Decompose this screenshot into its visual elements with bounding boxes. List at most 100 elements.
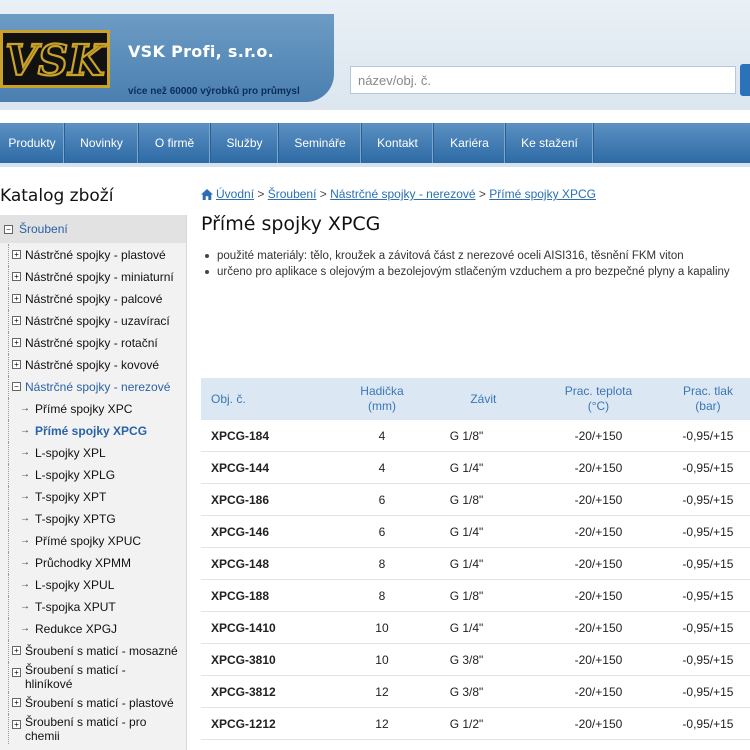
sidebar-subitem[interactable]: → T-spojky XPT: [0, 486, 186, 508]
product-features: použité materiály: tělo, kroužek a závit…: [203, 248, 750, 280]
col-header-obj[interactable]: Obj. č.: [201, 378, 339, 420]
sidebar-item[interactable]: + Nástrčné spojky - rotační: [0, 332, 186, 354]
sidebar-item[interactable]: + Šroubení s maticí - mosazné: [0, 640, 186, 662]
nav-item-sluzby[interactable]: Služby: [211, 123, 279, 163]
sidebar-subitem[interactable]: → Průchodky XPMM: [0, 552, 186, 574]
cell-obj-cislo[interactable]: XPCG-1212: [201, 707, 340, 740]
table-row[interactable]: XPCG-1410 10 G 1/4" -20/+150 -0,95/+15: [201, 611, 750, 644]
table-row[interactable]: XPCG-1212 12 G 1/2" -20/+150 -0,95/+15: [201, 707, 750, 740]
table-row[interactable]: XPCG-184 4 G 1/8" -20/+150 -0,95/+15: [201, 420, 750, 452]
cell-obj-cislo[interactable]: XPCG-146: [201, 515, 340, 548]
expand-icon[interactable]: +: [12, 338, 21, 347]
col-header-teplota[interactable]: Prac. teplota (°C): [542, 378, 655, 420]
cell-tlak: -0,95/+15: [654, 643, 750, 676]
expand-icon[interactable]: +: [12, 698, 21, 707]
nav-item-produkty[interactable]: Produkty: [0, 123, 65, 163]
breadcrumb-link-current[interactable]: Přímé spojky XPCG: [489, 187, 596, 201]
sidebar-item[interactable]: + Nástrčné spojky - palcové: [0, 288, 186, 310]
sidebar-item-label: Přímé spojky XPUC: [35, 534, 142, 548]
cell-obj-cislo[interactable]: XPCG-3812: [201, 675, 340, 708]
sidebar-root-item[interactable]: − Šroubení: [0, 215, 186, 243]
expand-icon[interactable]: +: [12, 316, 21, 325]
expand-icon[interactable]: +: [12, 272, 21, 281]
catalog-title: Katalog zboží: [0, 186, 114, 206]
breadcrumb-separator: >: [319, 187, 327, 201]
nav-item-novinky[interactable]: Novinky: [65, 123, 139, 163]
cell-zavit: G 1/4": [424, 515, 542, 548]
sidebar-item[interactable]: + Nástrčné spojky - uzavírací: [0, 310, 186, 332]
cell-obj-cislo[interactable]: XPCG-186: [201, 483, 340, 516]
sidebar-item-label: T-spojky XPTG: [35, 512, 116, 526]
col-header-zavit[interactable]: Závit: [425, 378, 542, 420]
table-row[interactable]: XPCG-146 6 G 1/4" -20/+150 -0,95/+15: [201, 515, 750, 548]
sidebar-subitem[interactable]: → T-spojky XPTG: [0, 508, 186, 530]
logo-lettering: VSK: [5, 36, 106, 85]
table-row[interactable]: XPCG-148 8 G 1/4" -20/+150 -0,95/+15: [201, 547, 750, 580]
search-input[interactable]: [350, 66, 736, 94]
sidebar-item[interactable]: + Nástrčné spojky - miniaturní: [0, 266, 186, 288]
sidebar-item[interactable]: + Šroubení s maticí - plastové: [0, 692, 186, 714]
table-row[interactable]: XPCG-144 4 G 1/4" -20/+150 -0,95/+15: [201, 451, 750, 484]
expand-icon[interactable]: +: [12, 250, 21, 259]
cell-obj-cislo[interactable]: XPCG-184: [201, 420, 340, 452]
collapse-icon[interactable]: −: [4, 225, 13, 234]
sidebar-item-label: Nástrčné spojky - palcové: [25, 292, 163, 306]
table-row[interactable]: XPCG-186 6 G 1/8" -20/+150 -0,95/+15: [201, 483, 750, 516]
collapse-icon[interactable]: −: [12, 382, 21, 391]
breadcrumb-link-sroubeni[interactable]: Šroubení: [268, 187, 317, 201]
nav-item-kontakt[interactable]: Kontakt: [362, 123, 434, 163]
cell-obj-cislo[interactable]: XPCG-148: [201, 547, 340, 580]
sidebar-subitem[interactable]: → L-spojky XPUL: [0, 574, 186, 596]
cell-obj-cislo[interactable]: XPCG-188: [201, 579, 340, 612]
sidebar-item[interactable]: − Nástrčné spojky - nerezové: [0, 376, 186, 398]
table-row[interactable]: XPCG-3812 12 G 3/8" -20/+150 -0,95/+15: [201, 675, 750, 708]
tree-arrow-icon: →: [20, 579, 30, 590]
sidebar-subitem[interactable]: → L-spojky XPL: [0, 442, 186, 464]
sidebar-subitem[interactable]: → L-spojky XPLG: [0, 464, 186, 486]
breadcrumb-link-nerezove[interactable]: Nástrčné spojky - nerezové: [330, 187, 475, 201]
col-header-tlak[interactable]: Prac. tlak (bar): [655, 378, 750, 420]
tree-arrow-icon: →: [20, 623, 30, 634]
cell-obj-cislo[interactable]: XPCG-3810: [201, 643, 340, 676]
breadcrumb-link-uvodni[interactable]: Úvodní: [216, 187, 254, 201]
sidebar-item-label: T-spojky XPT: [35, 490, 107, 504]
sidebar-item[interactable]: + Nástrčné spojky - kovové: [0, 354, 186, 376]
search-button[interactable]: [740, 64, 750, 96]
sidebar-item-label: Nástrčné spojky - plastové: [25, 248, 166, 262]
sidebar-subitem[interactable]: → Redukce XPGJ: [0, 618, 186, 640]
sidebar-subitem[interactable]: → Přímé spojky XPCG: [0, 420, 186, 442]
sidebar-item[interactable]: + Šroubení s maticí - hliníkové: [0, 662, 186, 692]
cell-obj-cislo[interactable]: XPCG-1410: [201, 611, 340, 644]
col-header-hadicka[interactable]: Hadička (mm): [339, 378, 424, 420]
tree-arrow-icon: →: [20, 403, 30, 414]
sidebar-subitem[interactable]: → Přímé spojky XPC: [0, 398, 186, 420]
expand-icon[interactable]: +: [12, 720, 21, 729]
product-table: Obj. č. Hadička (mm) Závit Prac. teplota(…: [201, 378, 750, 740]
tree-line: [8, 662, 21, 692]
expand-icon[interactable]: +: [12, 294, 21, 303]
sidebar-item[interactable]: + Šroubení s maticí - pro chemii: [0, 714, 186, 744]
nav-item-kariera[interactable]: Kariéra: [434, 123, 506, 163]
vsk-logo[interactable]: VSK: [0, 30, 110, 88]
sidebar-subitem[interactable]: → Přímé spojky XPUC: [0, 530, 186, 552]
feature-item: určeno pro aplikace s olejovým a bezolej…: [203, 264, 750, 280]
nav-item-ke-stazeni[interactable]: Ke stažení: [506, 123, 594, 163]
table-row[interactable]: XPCG-188 8 G 1/8" -20/+150 -0,95/+15: [201, 579, 750, 612]
cell-teplota: -20/+150: [541, 611, 655, 644]
sidebar-item[interactable]: + Nástrčné spojky - plastové: [0, 244, 186, 266]
cell-zavit: G 1/4": [424, 451, 542, 484]
cell-obj-cislo[interactable]: XPCG-144: [201, 451, 340, 484]
cell-zavit: G 1/2": [424, 707, 542, 740]
tree-arrow-icon: →: [20, 535, 30, 546]
nav-item-seminare[interactable]: Semináře: [279, 123, 362, 163]
table-row[interactable]: XPCG-3810 10 G 3/8" -20/+150 -0,95/+15: [201, 643, 750, 676]
cell-teplota: -20/+150: [541, 707, 655, 740]
sidebar-subitem[interactable]: → T-spojka XPUT: [0, 596, 186, 618]
home-icon[interactable]: [201, 189, 213, 203]
cell-hadicka: 10: [339, 643, 425, 676]
expand-icon[interactable]: +: [12, 668, 21, 677]
sidebar-item-label: Přímé spojky XPCG: [35, 424, 148, 438]
expand-icon[interactable]: +: [12, 646, 21, 655]
nav-item-o-firme[interactable]: O firmě: [139, 123, 211, 163]
expand-icon[interactable]: +: [12, 360, 21, 369]
